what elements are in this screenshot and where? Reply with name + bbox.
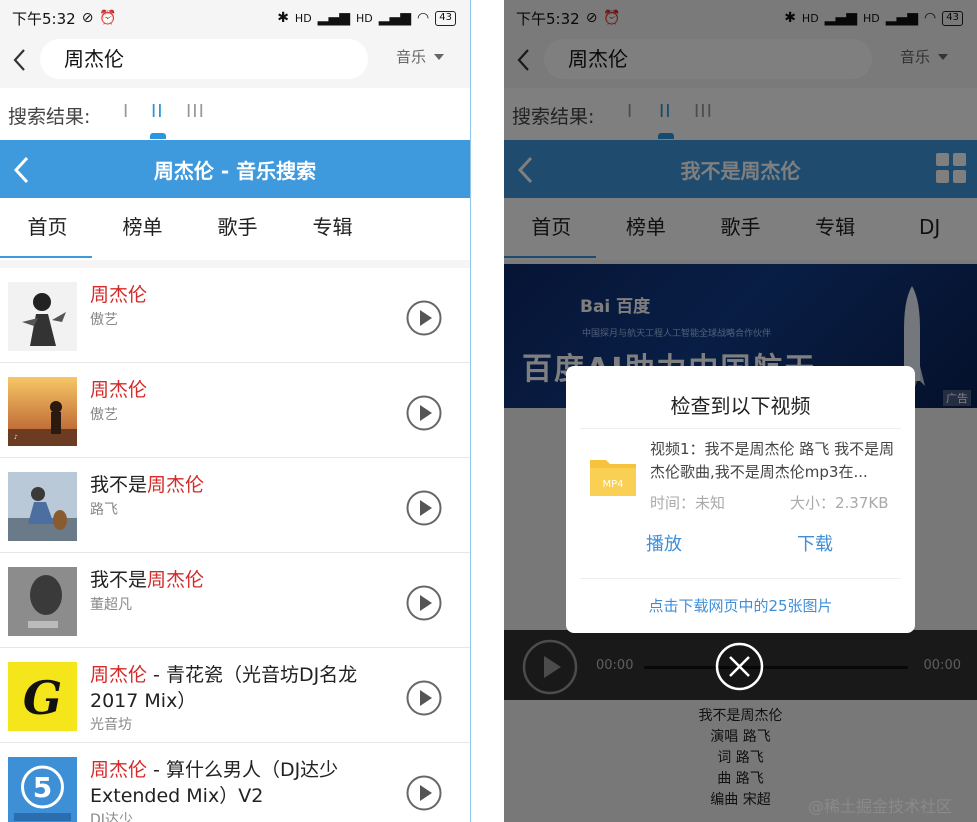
search-type-select[interactable]: 音乐: [396, 46, 445, 67]
mode-option-3[interactable]: III: [186, 101, 205, 122]
song-item[interactable]: G 周杰伦 - 青花瓷（光音坊DJ名龙 2017 Mix） 光音坊: [0, 648, 470, 743]
results-mode-row: 搜索结果: I II III: [0, 88, 470, 140]
signal-1-icon: HD: [294, 11, 312, 25]
album-cover: G: [8, 662, 77, 731]
play-button[interactable]: 播放: [646, 530, 682, 556]
mp4-folder-icon: MP4: [590, 460, 636, 496]
watermark: @稀土掘金技术社区: [808, 797, 953, 816]
signal-bars-icon: ▂▄▆: [378, 10, 412, 26]
divider: [580, 578, 901, 579]
song-artist: 傲艺: [90, 407, 118, 423]
video-description: 视频1：我不是周杰伦 路飞 我不是周杰伦歌曲,我不是周杰伦mp3在...: [650, 440, 895, 481]
song-item[interactable]: 周杰伦 傲艺: [0, 268, 470, 363]
song-item[interactable]: ♪ 周杰伦 傲艺: [0, 363, 470, 458]
album-cover: [8, 282, 77, 351]
svg-text:G: G: [23, 671, 62, 725]
title-highlight: 周杰伦: [90, 759, 148, 781]
divider: [580, 428, 901, 429]
tab-artists[interactable]: 歌手: [190, 198, 285, 260]
search-input[interactable]: 周杰伦: [40, 39, 368, 79]
tab-bar: 首页 榜单 歌手 专辑: [0, 198, 470, 260]
results-label: 搜索结果:: [8, 106, 91, 128]
mode-option-2[interactable]: II: [151, 101, 164, 122]
song-title: 周杰伦 - 青花瓷（光音坊DJ名龙 2017 Mix）: [90, 662, 380, 714]
tab-home[interactable]: 首页: [0, 198, 95, 260]
status-bar: 下午5:32 ⊘ ⏰ ✱ HD ▂▄▆ HD ▂▄▆ ◠ 43: [0, 0, 470, 36]
folder-label: MP4: [602, 479, 623, 490]
album-cover: [8, 567, 77, 636]
status-time: 下午5:32: [12, 9, 76, 28]
title-prefix: 我不是: [90, 569, 148, 591]
battery-icon: 43: [435, 10, 456, 26]
song-artist: 路飞: [90, 502, 118, 518]
dialog-title: 检查到以下视频: [670, 394, 811, 418]
title-highlight: 周杰伦: [147, 569, 205, 591]
tab-charts[interactable]: 榜单: [95, 198, 190, 260]
mute-icon: ⊘: [81, 10, 94, 26]
song-item[interactable]: 我不是周杰伦 路飞: [0, 458, 470, 553]
song-item[interactable]: 5 周杰伦 - 算什么男人（DJ达少 Extended Mix）V2 DJ达少: [0, 743, 470, 822]
song-artist: 光音坊: [90, 717, 132, 733]
song-title: 我不是周杰伦: [90, 567, 380, 593]
download-button[interactable]: 下载: [797, 530, 833, 556]
play-icon[interactable]: [406, 490, 442, 526]
video-time: 时间：未知: [650, 494, 726, 512]
song-artist: DJ达少: [90, 812, 133, 822]
mode-option-1[interactable]: I: [123, 101, 129, 122]
play-icon[interactable]: [406, 395, 442, 431]
page-title: 周杰伦 - 音乐搜索: [153, 159, 317, 183]
play-icon[interactable]: [406, 680, 442, 716]
download-images-link[interactable]: 点击下载网页中的25张图片: [566, 595, 915, 616]
video-size: 大小：2.37KB: [790, 494, 889, 512]
video-detect-dialog: 检查到以下视频 MP4 视频1：我不是周杰伦 路飞 我不是周杰伦歌曲,我不是周杰…: [566, 366, 915, 633]
bluetooth-icon: ✱: [277, 10, 289, 26]
album-cover: ♪: [8, 377, 77, 446]
title-rest: - 算什么男人（DJ达少: [147, 759, 339, 781]
album-cover: 5: [8, 757, 77, 822]
play-icon[interactable]: [406, 585, 442, 621]
close-icon[interactable]: [715, 642, 764, 691]
song-title: 周杰伦: [90, 282, 380, 308]
svg-text:5: 5: [33, 771, 52, 804]
play-icon[interactable]: [406, 775, 442, 811]
title-line2: 2017 Mix）: [90, 690, 197, 712]
song-artist: 傲艺: [90, 312, 118, 328]
signal-bars-icon: ▂▄▆: [317, 10, 350, 26]
song-list: 周杰伦 傲艺 ♪ 周杰伦 傲艺 我不是周杰伦 路飞 我不是周杰伦 董超凡 G 周…: [0, 268, 470, 822]
song-title: 我不是周杰伦: [90, 472, 380, 498]
mode-indicator: [150, 133, 166, 139]
title-line2: Extended Mix）V2: [90, 785, 264, 807]
song-artist: 董超凡: [90, 597, 132, 613]
left-phone-screen: 下午5:32 ⊘ ⏰ ✱ HD ▂▄▆ HD ▂▄▆ ◠ 43 周杰伦 音乐 搜…: [0, 0, 471, 822]
song-item[interactable]: 我不是周杰伦 董超凡: [0, 553, 470, 648]
search-type-label: 音乐: [396, 48, 427, 66]
title-highlight: 周杰伦: [147, 474, 205, 496]
title-prefix: 我不是: [90, 474, 148, 496]
back-arrow-icon[interactable]: [8, 46, 32, 74]
search-bar: 周杰伦 音乐: [0, 36, 470, 88]
caret-down-icon: [434, 53, 445, 60]
album-cover: [8, 472, 77, 541]
page-header: 周杰伦 - 音乐搜索: [0, 140, 470, 198]
tab-albums[interactable]: 专辑: [285, 198, 380, 260]
song-title: 周杰伦 - 算什么男人（DJ达少 Extended Mix）V2: [90, 757, 380, 809]
title-highlight: 周杰伦: [90, 664, 148, 686]
title-highlight: 周杰伦: [90, 379, 148, 401]
svg-text:♪: ♪: [14, 434, 18, 441]
signal-2-icon: HD: [355, 11, 373, 25]
song-title: 周杰伦: [90, 377, 380, 403]
title-highlight: 周杰伦: [90, 284, 148, 306]
wifi-icon: ◠: [417, 10, 430, 26]
play-icon[interactable]: [406, 300, 442, 336]
alarm-icon: ⏰: [99, 10, 117, 26]
title-rest: - 青花瓷（光音坊DJ名龙: [147, 664, 358, 686]
